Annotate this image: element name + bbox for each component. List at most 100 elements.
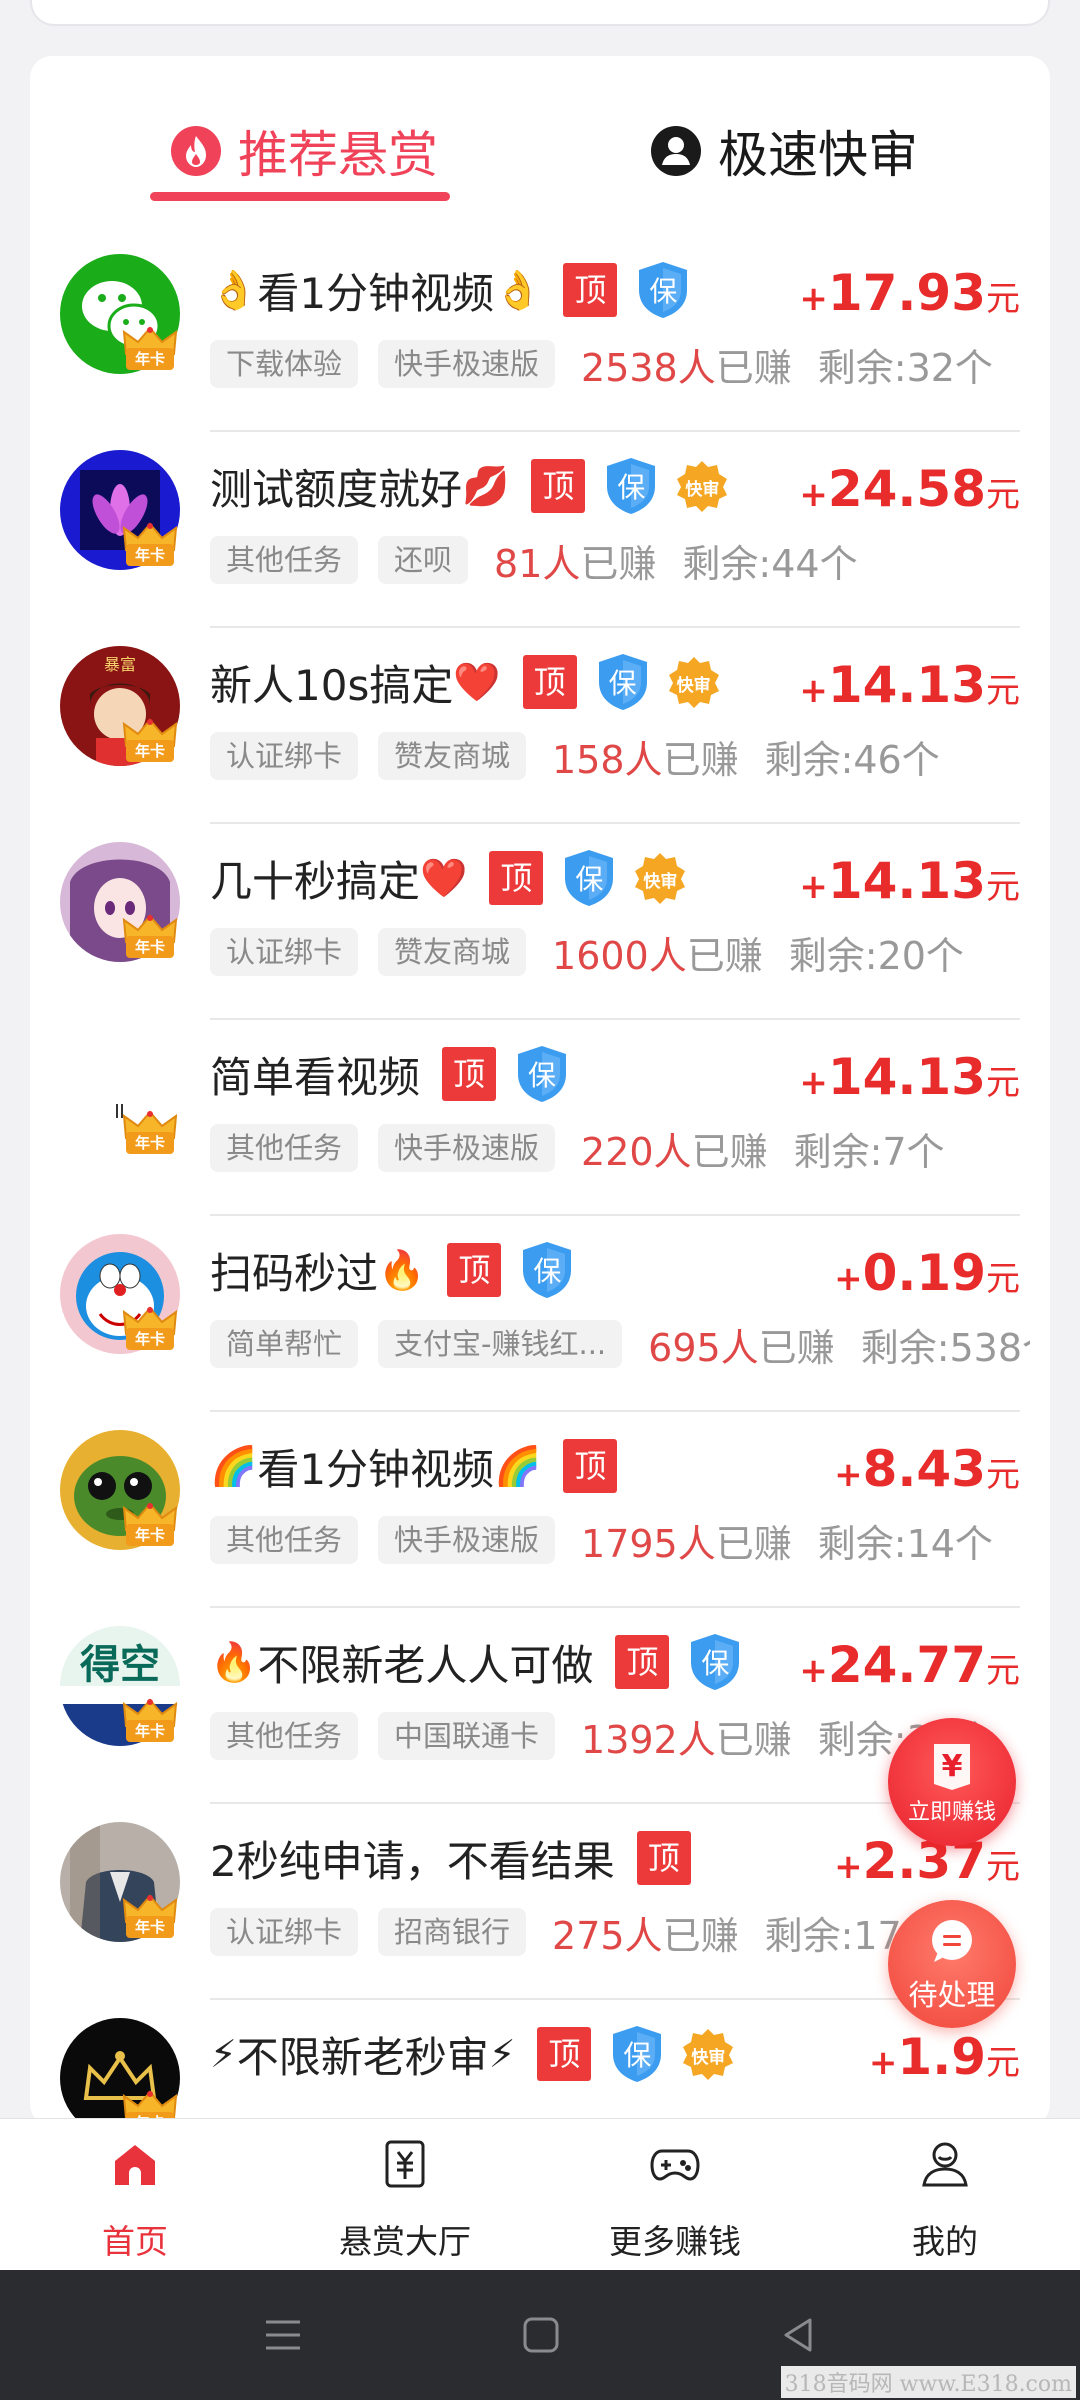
reward-unit: 元 [986, 1651, 1020, 1691]
fast-review-badge-icon: 快审 [667, 655, 721, 709]
top-badge: 顶 [522, 655, 577, 709]
earned-count: 1600人已赚 [552, 925, 763, 980]
svg-text:得空: 得空 [80, 1642, 160, 1688]
home-square-icon[interactable] [518, 2312, 564, 2358]
earned-number: 1795人 [581, 1521, 716, 1566]
earned-count: 81人已赚 [494, 533, 656, 588]
annual-card-badge: 年卡 [126, 1916, 174, 1938]
chat-bubble-icon [932, 1920, 972, 1962]
svg-text:¥: ¥ [942, 1749, 963, 1784]
menu-icon[interactable] [260, 2312, 306, 2358]
task-title-text: 测试额度就好 [210, 464, 463, 514]
task-tag: 招商银行 [378, 1908, 527, 1956]
task-tag: 下载体验 [210, 340, 359, 388]
nav-reward-hall[interactable]: 悬赏大厅 [270, 2119, 540, 2271]
task-tag: 认证绑卡 [210, 732, 359, 780]
gamepad-icon [650, 2149, 700, 2181]
earned-count: 2538人已赚 [581, 337, 792, 392]
title-suffix-emoji: 🌈 [494, 1443, 542, 1488]
task-row[interactable]: 暴富 年卡 新人10s搞定 ❤️ 顶保快审 +14.13元 认证绑卡 赞友商城 158人已赚 剩余… [30, 628, 1050, 824]
title-prefix-emoji: ⚡ [210, 2032, 237, 2076]
earned-number: 220人 [581, 1129, 692, 1174]
task-reward: +14.13元 [799, 656, 1020, 714]
task-meta: 下载体验 快手极速版 2538人已赚 剩余:32个 [210, 336, 1030, 392]
title-suffix-emoji: ⚡ [488, 2032, 516, 2076]
guarantee-shield-icon: 保 [603, 456, 659, 516]
crown-icon: 年卡 [122, 1306, 178, 1356]
task-avatar: 年卡 [60, 1038, 180, 1158]
task-title: 👌 看1分钟视频 👌 顶保 [210, 258, 691, 322]
earned-suffix: 已赚 [715, 345, 792, 390]
task-meta: 其他任务 快手极速版 220人已赚 剩余:7个 [210, 1120, 1030, 1176]
earned-count: 275人已赚 [552, 1905, 739, 1960]
tab-fast-review[interactable]: 极速快审 [650, 116, 918, 186]
fire-icon [171, 126, 221, 176]
pending-button[interactable]: 待处理 [888, 1900, 1016, 2028]
nav-home[interactable]: 首页 [0, 2119, 270, 2271]
reward-hall-icon [385, 2140, 425, 2188]
task-tag: 赞友商城 [378, 928, 527, 976]
task-reward: +8.43元 [834, 1440, 1020, 1498]
earned-suffix: 已赚 [662, 1913, 739, 1958]
top-badge: 顶 [489, 851, 544, 905]
task-tag: 认证绑卡 [210, 928, 359, 976]
annual-card-badge: 年卡 [126, 1328, 174, 1350]
earned-suffix: 已赚 [715, 1521, 792, 1566]
task-tag: 其他任务 [210, 536, 359, 584]
earned-number: 158人 [552, 737, 663, 782]
user-circle-icon [651, 126, 701, 176]
task-avatar: 年卡 [60, 450, 180, 570]
task-row[interactable]: 年卡 🌈 看1分钟视频 🌈 顶 +8.43元 其他任务 快手极速版 1795人已赚 剩余:14个 [30, 1412, 1050, 1608]
earn-now-button[interactable]: ¥ 立即赚钱 [888, 1718, 1016, 1846]
guarantee-shield-icon: 保 [514, 1044, 570, 1104]
task-row[interactable]: 年卡 扫码秒过 🔥 顶保 +0.19元 简单帮忙 支付宝-赚钱红... 695人已赚 剩余:53… [30, 1216, 1050, 1412]
guarantee-shield-icon: 保 [595, 652, 651, 712]
top-badge: 顶 [563, 263, 618, 317]
nav-profile[interactable]: 我的 [810, 2119, 1080, 2271]
guarantee-label: 保 [623, 2039, 652, 2072]
task-title-text: 扫码秒过 [210, 1248, 379, 1298]
annual-card-badge: 年卡 [126, 1132, 174, 1154]
nav-more-earn[interactable]: 更多赚钱 [540, 2119, 810, 2271]
task-tag: 支付宝-赚钱红... [378, 1320, 623, 1368]
earned-suffix: 已赚 [662, 737, 739, 782]
tab-recommended[interactable]: 推荐悬赏 [170, 116, 438, 186]
earned-number: 81人 [494, 541, 581, 586]
fast-review-badge-icon: 快审 [633, 851, 687, 905]
task-title: 几十秒搞定 ❤️ 顶保 快审 [210, 846, 687, 910]
remaining-count: 剩余:32个 [817, 345, 993, 390]
task-avatar: 年卡 [60, 1822, 180, 1942]
nav-home-label: 首页 [102, 2222, 168, 2261]
task-tag: 快手极速版 [378, 340, 556, 388]
reward-unit: 元 [986, 1063, 1020, 1103]
title-prefix-emoji: 👌 [210, 267, 258, 312]
task-reward: +17.93元 [799, 264, 1020, 322]
reward-amount: 24.77 [827, 1636, 986, 1694]
back-icon[interactable] [776, 2312, 822, 2358]
crown-icon: 年卡 [122, 326, 178, 376]
task-row[interactable]: 年卡 几十秒搞定 ❤️ 顶保 快审 +14.13元 认证绑卡 赞友商城 1600人已赚 剩余:20… [30, 824, 1050, 1020]
task-row[interactable]: 年卡 测试额度就好 💋 顶保 快审 +24.58元 其他任务 还呗 81人已赚 剩余:44个 [30, 432, 1050, 628]
fast-review-badge-icon: 快审 [681, 2027, 735, 2081]
task-row[interactable]: 年卡 简单看视频顶保 +14.13元 其他任务 快手极速版 220人已赚 剩余:7个 [30, 1020, 1050, 1216]
guarantee-label: 保 [617, 471, 646, 504]
task-avatar: 年卡 [60, 1234, 180, 1354]
crown-icon: 年卡 [122, 718, 178, 768]
system-nav-bar: 318音码网 www.E318.com [0, 2270, 1080, 2400]
guarantee-shield-icon: 保 [519, 1240, 575, 1300]
remaining-count: 剩余:14个 [817, 1521, 993, 1566]
tab-bar: 推荐悬赏 极速快审 [30, 56, 1050, 206]
guarantee-label: 保 [701, 1647, 730, 1680]
guarantee-shield-icon: 保 [561, 848, 617, 908]
earned-suffix: 已赚 [691, 1129, 768, 1174]
svg-text:暴富: 暴富 [104, 655, 136, 674]
crown-icon: 年卡 [122, 1502, 178, 1552]
guarantee-label: 保 [649, 275, 678, 308]
user-icon [922, 2142, 968, 2187]
reward-amount: 24.58 [827, 460, 986, 518]
annual-card-badge: 年卡 [126, 1524, 174, 1546]
task-title-text: 新人10s搞定 [210, 660, 454, 710]
top-badge: 顶 [447, 1243, 502, 1297]
reward-amount: 14.13 [827, 656, 986, 714]
task-row[interactable]: 年卡 👌 看1分钟视频 👌 顶保 +17.93元 下载体验 快手极速版 2538人已赚 剩余:32… [30, 236, 1050, 432]
